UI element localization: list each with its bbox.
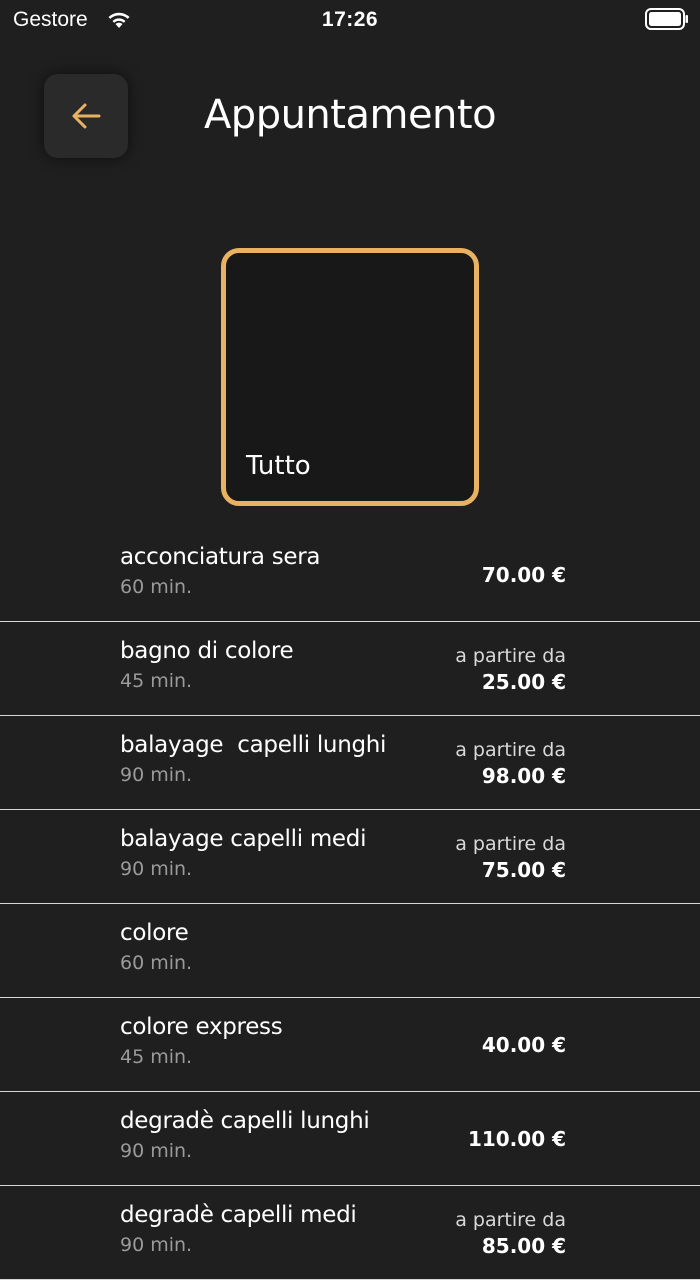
service-duration: 90 min. — [120, 1234, 193, 1256]
service-row[interactable]: bagno di colore 45 min. a partire da 25.… — [0, 622, 700, 716]
service-name: bagno di colore — [120, 638, 294, 664]
price-value: 25.00 € — [481, 669, 566, 694]
service-duration: 45 min. — [120, 670, 193, 692]
service-row[interactable]: acconciatura sera 60 min. 70.00 € — [0, 528, 700, 622]
category-label: Tutto — [246, 451, 311, 481]
service-row[interactable]: colore 60 min. — [0, 904, 700, 998]
service-name: balayage capelli medi — [120, 826, 367, 852]
service-row[interactable]: degradè capelli lunghi 90 min. 110.00 € — [0, 1092, 700, 1186]
service-price: a partire da 25.00 € — [455, 622, 566, 716]
price-prefix: a partire da — [455, 738, 566, 761]
battery-icon — [645, 8, 688, 30]
service-price: 110.00 € — [468, 1092, 566, 1186]
service-duration: 45 min. — [120, 1046, 193, 1068]
service-price: a partire da 85.00 € — [455, 1186, 566, 1280]
service-name: colore express — [120, 1014, 283, 1040]
category-card-all[interactable]: Tutto — [221, 248, 479, 506]
service-name: degradè capelli lunghi — [120, 1108, 370, 1134]
price-value: 75.00 € — [481, 857, 566, 882]
price-prefix: a partire da — [455, 644, 566, 667]
service-row[interactable]: colore express 45 min. 40.00 € — [0, 998, 700, 1092]
service-name: degradè capelli medi — [120, 1202, 357, 1228]
price-value: 85.00 € — [481, 1233, 566, 1258]
service-price: a partire da 98.00 € — [455, 716, 566, 810]
price-prefix: a partire da — [455, 832, 566, 855]
status-time: 17:26 — [321, 8, 379, 31]
service-duration: 90 min. — [120, 858, 193, 880]
price-value: 40.00 € — [481, 1033, 566, 1057]
service-row[interactable]: balayage capelli lunghi 90 min. a partir… — [0, 716, 700, 810]
service-name: colore — [120, 920, 189, 946]
page-title: Appuntamento — [203, 92, 497, 138]
service-duration: 60 min. — [120, 952, 193, 974]
status-bar: Gestore 17:26 — [0, 0, 700, 40]
service-duration: 90 min. — [120, 1140, 193, 1162]
service-duration: 60 min. — [120, 576, 193, 598]
service-row[interactable]: balayage capelli medi 90 min. a partire … — [0, 810, 700, 904]
service-duration: 90 min. — [120, 764, 193, 786]
service-name: acconciatura sera — [120, 544, 321, 570]
service-price: a partire da 75.00 € — [455, 810, 566, 904]
price-prefix: a partire da — [455, 1208, 566, 1231]
price-value: 110.00 € — [467, 1127, 566, 1151]
service-name: balayage capelli lunghi — [120, 732, 387, 758]
service-price: 40.00 € — [482, 998, 566, 1092]
price-value: 98.00 € — [481, 763, 566, 788]
service-row[interactable]: degradè capelli medi 90 min. a partire d… — [0, 1186, 700, 1280]
header: Appuntamento — [0, 74, 700, 160]
service-list: acconciatura sera 60 min. 70.00 € bagno … — [0, 528, 700, 1280]
price-value: 70.00 € — [481, 563, 566, 587]
service-price: 70.00 € — [482, 528, 566, 622]
